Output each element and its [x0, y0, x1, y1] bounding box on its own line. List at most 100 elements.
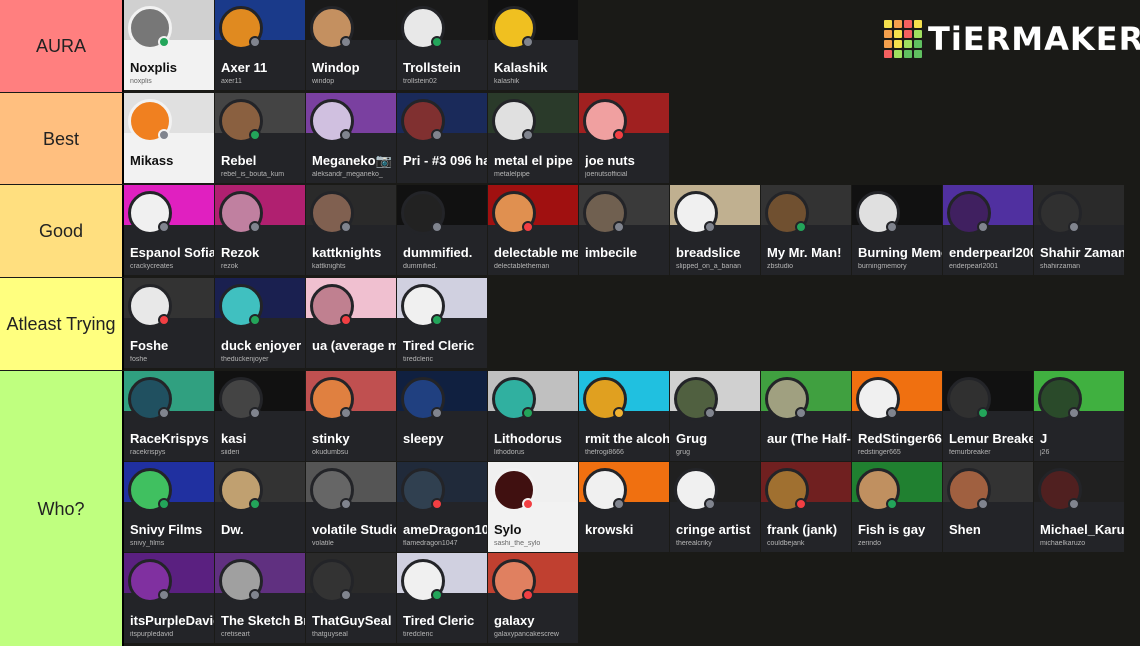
status-indicator-icon — [340, 498, 352, 510]
username: delectabletheman — [494, 263, 550, 270]
tier-label[interactable]: Best — [0, 93, 124, 184]
tier-label[interactable]: Good — [0, 185, 124, 277]
tier-item-card[interactable]: breadslice slipped_on_a_banan — [670, 185, 760, 275]
tier-item-card[interactable]: Pri - #3 096 hat — [397, 93, 487, 183]
tier-row: Who? RaceKrispys racekrispys kasi siideri sti… — [0, 371, 1140, 646]
tier-item-card[interactable]: imbecile — [579, 185, 669, 275]
display-name: The Sketch Brus — [221, 613, 305, 628]
tier-item-card[interactable]: Mikass — [124, 93, 214, 183]
status-indicator-icon — [522, 589, 534, 601]
status-indicator-icon — [158, 221, 170, 233]
display-name: enderpearl2001 — [949, 245, 1033, 260]
status-indicator-icon — [522, 129, 534, 141]
display-name: J — [1040, 431, 1048, 446]
tier-item-card[interactable]: ua (average matt — [306, 278, 396, 368]
tier-item-card[interactable]: Lithodorus lithodorus — [488, 371, 578, 461]
display-name: Espanol Sofia — [130, 245, 214, 260]
tier-item-card[interactable]: volatile Studios volatile — [306, 462, 396, 552]
tier-item-card[interactable]: metal el pipe metalelpipe — [488, 93, 578, 183]
status-indicator-icon — [704, 498, 716, 510]
display-name: itsPurpleDavid — [130, 613, 214, 628]
tier-item-card[interactable]: aur (The Half-Li — [761, 371, 851, 461]
tier-item-card[interactable]: ThatGuySeal thatguyseal — [306, 553, 396, 643]
tier-item-card[interactable]: Burning Memor burningmemory — [852, 185, 942, 275]
status-indicator-icon — [522, 221, 534, 233]
username: aleksandr_meganeko_ — [312, 171, 383, 178]
username: rezok — [221, 263, 239, 270]
tier-item-card[interactable]: krowski — [579, 462, 669, 552]
tier-item-card[interactable]: Rebel rebel_is_bouta_kum — [215, 93, 305, 183]
tier-item-card[interactable]: Sylo sashi_the_sylo — [488, 462, 578, 552]
tier-item-card[interactable]: Lemur Breaker femurbreaker — [943, 371, 1033, 461]
display-name: Windop — [312, 60, 360, 75]
tier-item-card[interactable]: Meganeko📷 aleksandr_meganeko_ — [306, 93, 396, 183]
tier-item-card[interactable]: Axer 11 axer11 — [215, 0, 305, 90]
display-name: Mikass — [130, 153, 174, 168]
tier-item-card[interactable]: galaxy galaxypancakescrew — [488, 553, 578, 643]
tier-label[interactable]: AURA — [0, 0, 124, 92]
tier-item-card[interactable]: rmit the alcoholi thefrogi8666 — [579, 371, 669, 461]
tier-item-card[interactable]: Fish is gay zerindo — [852, 462, 942, 552]
status-indicator-icon — [431, 407, 443, 419]
tier-item-card[interactable]: ameDragon104 flamedragon1047 — [397, 462, 487, 552]
tier-label[interactable]: Who? — [0, 371, 124, 646]
tier-item-card[interactable]: Tired Cleric tiredcleric — [397, 553, 487, 643]
tier-item-card[interactable]: itsPurpleDavid itspurpledavid — [124, 553, 214, 643]
tier-item-card[interactable]: Espanol Sofia crackycreates — [124, 185, 214, 275]
tier-item-card[interactable]: Kalashik kalashik — [488, 0, 578, 90]
username: windop — [312, 78, 335, 85]
tier-item-card[interactable]: Trollstein trollstein02 — [397, 0, 487, 90]
tier-item-card[interactable]: stinky okudumbsu — [306, 371, 396, 461]
tier-item-card[interactable]: frank (jank) couldbejank — [761, 462, 851, 552]
status-indicator-icon — [613, 221, 625, 233]
status-indicator-icon — [1068, 498, 1080, 510]
logo-grid-cell — [914, 40, 922, 48]
status-indicator-icon — [158, 407, 170, 419]
logo-grid-icon — [884, 20, 922, 58]
status-indicator-icon — [704, 407, 716, 419]
status-indicator-icon — [795, 498, 807, 510]
tier-item-card[interactable]: cringe artist therealcriky — [670, 462, 760, 552]
tier-item-card[interactable]: Noxplis noxplis — [124, 0, 214, 90]
tier-item-card[interactable]: kattknights kattknights — [306, 185, 396, 275]
display-name: Noxplis — [130, 60, 177, 75]
tier-item-card[interactable]: Tired Cleric tiredcleric — [397, 278, 487, 368]
username: shahirzaman — [1040, 263, 1081, 270]
tier-item-card[interactable]: RaceKrispys racekrispys — [124, 371, 214, 461]
tier-item-card[interactable]: Shahir Zaman shahirzaman — [1034, 185, 1124, 275]
status-indicator-icon — [977, 498, 989, 510]
tier-item-card[interactable]: kasi siideri — [215, 371, 305, 461]
tier-item-card[interactable]: Grug grug — [670, 371, 760, 461]
tier-item-card[interactable]: enderpearl2001 enderpearl2001 — [943, 185, 1033, 275]
username: kalashik — [494, 78, 520, 85]
tier-item-card[interactable]: Shen — [943, 462, 1033, 552]
status-indicator-icon — [340, 36, 352, 48]
tier-item-card[interactable]: delectable mea delectabletheman — [488, 185, 578, 275]
display-name: delectable mea — [494, 245, 578, 260]
display-name: ua (average matt — [312, 338, 396, 353]
tier-item-card[interactable]: joe nuts joenutsofficial — [579, 93, 669, 183]
tier-item-card[interactable]: The Sketch Brus cretiseart — [215, 553, 305, 643]
username: racekrispys — [130, 449, 166, 456]
tier-item-card[interactable]: My Mr. Man! zbstudio — [761, 185, 851, 275]
tier-item-card[interactable]: Dw. — [215, 462, 305, 552]
tier-item-card[interactable]: Michael_Karuzo michaelkaruzo — [1034, 462, 1124, 552]
tier-item-card[interactable]: sleepy — [397, 371, 487, 461]
tier-item-card[interactable]: RedStinger665 redstinger665 — [852, 371, 942, 461]
logo-grid-cell — [904, 30, 912, 38]
tier-label[interactable]: Atleast Trying — [0, 278, 124, 370]
tier-item-card[interactable]: Jj26 — [1034, 371, 1124, 461]
display-name: Tired Cleric — [403, 338, 475, 353]
tier-item-card[interactable]: duck enjoyer theduckenjoyer — [215, 278, 305, 368]
tier-items: Espanol Sofia crackycreates Rezok rezok katt… — [124, 185, 1136, 277]
display-name: volatile Studios — [312, 522, 396, 537]
tier-item-card[interactable]: Foshe foshe — [124, 278, 214, 368]
tier-item-card[interactable]: Windop windop — [306, 0, 396, 90]
display-name: Axer 11 — [221, 60, 268, 75]
tier-item-card[interactable]: dummified. dummified. — [397, 185, 487, 275]
tiermaker-logo: TiERMAKER — [884, 20, 1140, 58]
tier-item-card[interactable]: Snivy Films snivy_films — [124, 462, 214, 552]
tier-item-card[interactable]: Rezok rezok — [215, 185, 305, 275]
display-name: Foshe — [130, 338, 169, 353]
tier-items: Foshe foshe duck enjoyer theduckenjoyer ua (… — [124, 278, 1136, 370]
